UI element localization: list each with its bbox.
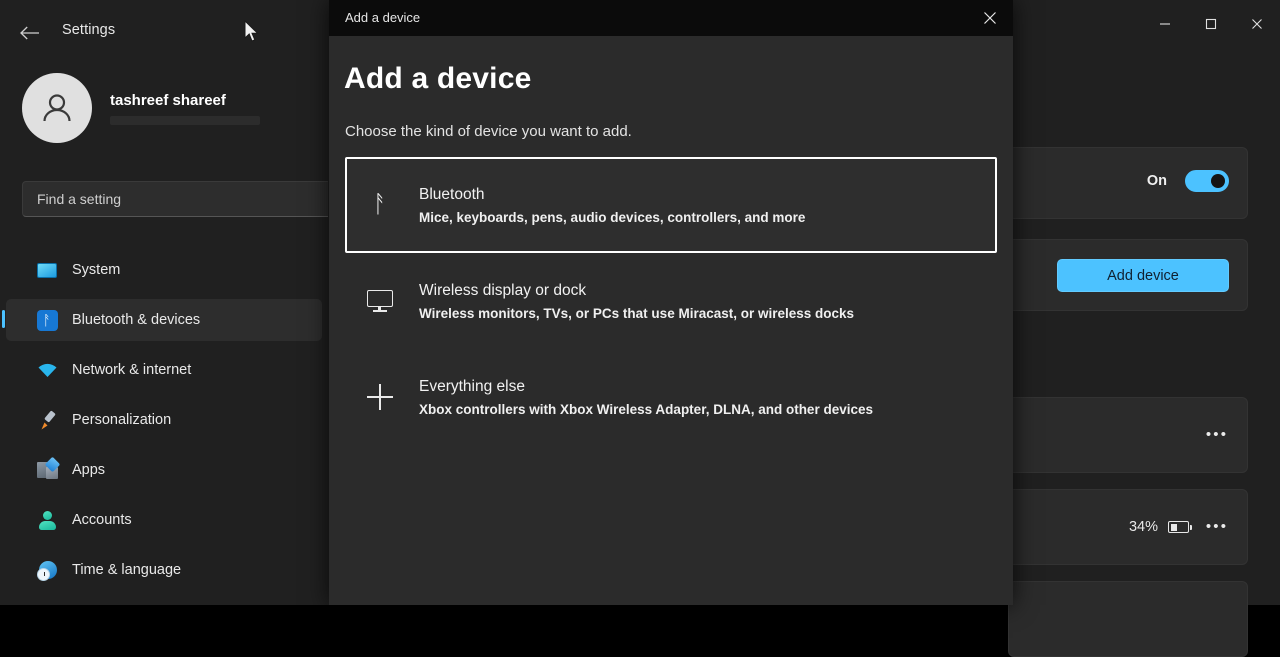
plus-icon — [363, 384, 397, 410]
time-language-icon — [36, 559, 58, 581]
sidebar-item-label: Personalization — [72, 412, 172, 428]
monitor-icon — [363, 290, 397, 312]
sidebar-item-label: Network & internet — [72, 362, 192, 378]
settings-sidebar: Settings tashreef shareef System — [0, 0, 352, 605]
search-input[interactable] — [37, 191, 287, 207]
add-device-dialog: Add a device Add a device Choose the kin… — [329, 0, 1013, 605]
settings-window: Settings tashreef shareef System — [0, 0, 1280, 657]
sidebar-item-label: Apps — [72, 462, 106, 478]
option-description: Mice, keyboards, pens, audio devices, co… — [419, 209, 806, 225]
minimize-icon[interactable] — [1142, 0, 1188, 48]
selection-indicator — [2, 310, 5, 328]
sidebar-item-accounts[interactable]: Accounts — [6, 499, 322, 541]
mouse-cursor — [244, 19, 260, 49]
sidebar-item-label: Bluetooth & devices — [72, 312, 201, 328]
bluetooth-icon: ᚨ — [372, 191, 388, 218]
option-title: Wireless display or dock — [419, 281, 587, 299]
more-options-icon[interactable]: ••• — [1203, 514, 1231, 540]
accounts-icon — [36, 509, 58, 531]
search-box[interactable] — [22, 181, 352, 217]
battery-percent-label: 34% — [1128, 519, 1158, 535]
dialog-subheading: Choose the kind of device you want to ad… — [345, 123, 632, 140]
bluetooth-toggle-card: On — [1008, 147, 1248, 219]
device-card[interactable] — [1008, 581, 1248, 657]
add-device-card: Add device — [1008, 239, 1248, 311]
wifi-icon — [36, 359, 58, 381]
bluetooth-icon: ᚨ — [36, 309, 58, 331]
battery-low-icon — [1168, 521, 1192, 533]
sidebar-item-personalization[interactable]: Personalization — [6, 399, 322, 441]
back-arrow-icon[interactable] — [14, 18, 46, 48]
option-title: Everything else — [419, 377, 525, 395]
person-avatar-icon — [22, 73, 92, 143]
option-wireless-display-or-dock[interactable]: Wireless display or dock Wireless monito… — [345, 253, 997, 349]
maximize-icon[interactable] — [1188, 0, 1234, 48]
page-title: Settings — [62, 22, 116, 38]
bluetooth-toggle-row[interactable]: On — [1147, 170, 1229, 192]
device-type-options: ᚨ Bluetooth Mice, keyboards, pens, audio… — [329, 157, 1013, 445]
window-controls — [1142, 0, 1280, 48]
device-card[interactable]: ••• — [1008, 397, 1248, 473]
more-options-icon[interactable]: ••• — [1203, 422, 1231, 448]
option-description: Xbox controllers with Xbox Wireless Adap… — [419, 401, 873, 417]
add-device-button[interactable]: Add device — [1057, 259, 1229, 292]
option-description: Wireless monitors, TVs, or PCs that use … — [419, 305, 855, 321]
account-email-placeholder-bar — [110, 115, 260, 125]
sidebar-item-apps[interactable]: Apps — [6, 449, 322, 491]
paintbrush-icon — [36, 409, 58, 431]
device-card[interactable]: 34% ••• — [1008, 489, 1248, 565]
option-everything-else[interactable]: Everything else Xbox controllers with Xb… — [345, 349, 997, 445]
battery-status: 34% — [1128, 519, 1192, 535]
apps-icon — [36, 456, 60, 481]
toggle-state-label: On — [1146, 173, 1167, 189]
account-text: tashreef shareef — [110, 92, 260, 125]
dialog-heading: Add a device — [344, 62, 532, 95]
close-icon[interactable] — [1234, 0, 1280, 48]
sidebar-item-time-language[interactable]: Time & language — [6, 549, 322, 591]
sidebar-nav: System ᚨ Bluetooth & devices Network & i… — [0, 249, 328, 599]
sidebar-titlebar: Settings — [0, 0, 328, 62]
close-icon[interactable] — [967, 0, 1013, 36]
account-block[interactable]: tashreef shareef — [22, 73, 312, 143]
sidebar-item-label: System — [72, 262, 121, 278]
sidebar-item-bluetooth-devices[interactable]: ᚨ Bluetooth & devices — [2, 299, 322, 341]
dialog-titlebar-title: Add a device — [345, 10, 421, 25]
account-name: tashreef shareef — [110, 91, 226, 109]
sidebar-item-system[interactable]: System — [6, 249, 322, 291]
option-bluetooth[interactable]: ᚨ Bluetooth Mice, keyboards, pens, audio… — [345, 157, 997, 253]
system-icon — [36, 259, 58, 281]
sidebar-item-network-internet[interactable]: Network & internet — [6, 349, 322, 391]
bluetooth-toggle-switch[interactable] — [1185, 170, 1229, 192]
option-title: Bluetooth — [419, 185, 485, 203]
dialog-titlebar: Add a device — [329, 0, 1013, 36]
sidebar-item-label: Accounts — [72, 512, 132, 528]
sidebar-item-label: Time & language — [72, 562, 182, 578]
